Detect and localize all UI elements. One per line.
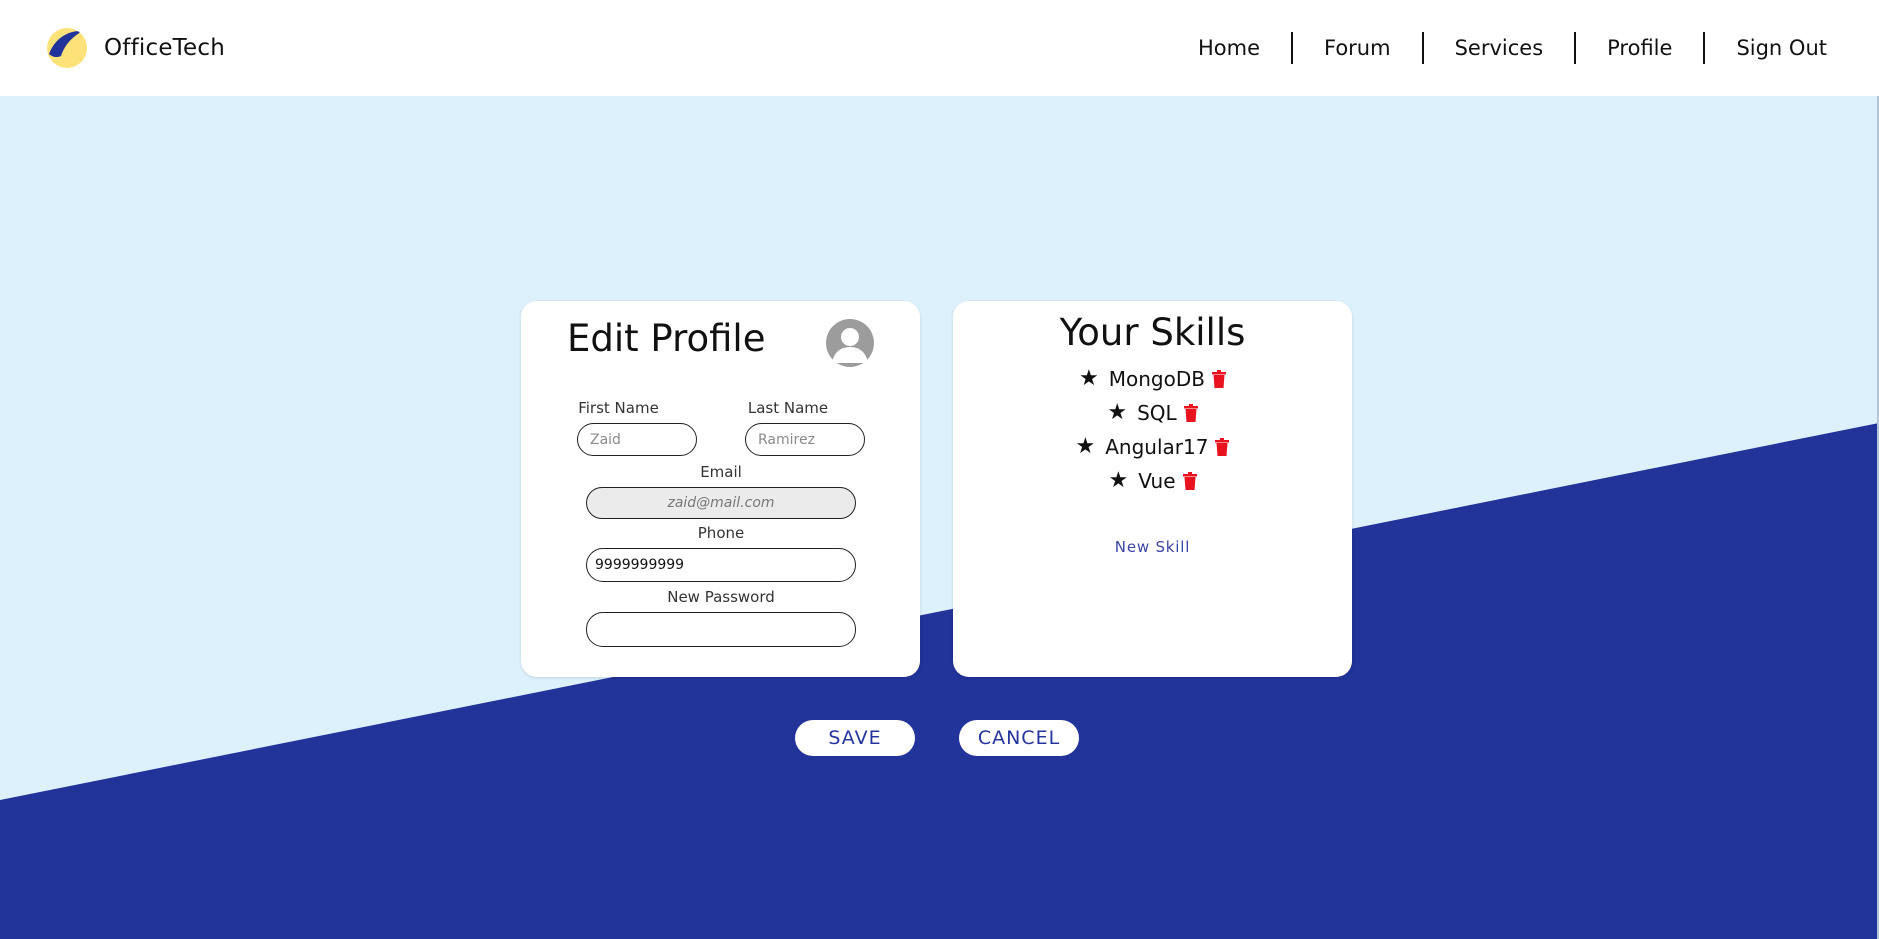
skill-item: ★ Angular17 bbox=[953, 431, 1352, 463]
cancel-button[interactable]: CANCEL bbox=[959, 720, 1079, 756]
phone-label: Phone bbox=[697, 524, 745, 542]
email-input bbox=[586, 487, 856, 519]
skill-label: Angular17 bbox=[1105, 435, 1209, 459]
nav-forum-link[interactable]: Forum bbox=[1293, 30, 1422, 66]
skill-label: MongoDB bbox=[1108, 367, 1205, 391]
star-icon: ★ bbox=[1108, 468, 1129, 493]
nav-profile-link[interactable]: Profile bbox=[1576, 30, 1703, 66]
new-password-label: New Password bbox=[667, 588, 775, 606]
edit-profile-card: Edit Profile First Name Last Name Email … bbox=[521, 301, 920, 677]
nav-home-link[interactable]: Home bbox=[1167, 30, 1291, 66]
last-name-label: Last Name bbox=[747, 399, 829, 417]
new-password-input[interactable] bbox=[586, 612, 856, 647]
main-nav: Home Forum Services Profile Sign Out bbox=[1167, 30, 1827, 66]
first-name-label: First Name bbox=[578, 399, 659, 417]
star-icon: ★ bbox=[1079, 366, 1099, 391]
edit-profile-title: Edit Profile bbox=[567, 317, 766, 360]
trash-icon[interactable] bbox=[1215, 438, 1230, 456]
skill-label: SQL bbox=[1137, 401, 1177, 425]
nav-sign-out-link[interactable]: Sign Out bbox=[1705, 30, 1827, 66]
skill-item: ★ Vue bbox=[953, 465, 1352, 497]
skill-label: Vue bbox=[1138, 469, 1176, 493]
brand[interactable]: OfficeTech bbox=[47, 27, 225, 69]
trash-icon[interactable] bbox=[1211, 370, 1226, 388]
star-icon: ★ bbox=[1075, 434, 1096, 459]
skills-title: Your Skills bbox=[1059, 311, 1246, 354]
email-label: Email bbox=[700, 463, 742, 481]
save-button[interactable]: SAVE bbox=[795, 720, 915, 756]
nav-services-link[interactable]: Services bbox=[1424, 30, 1575, 66]
star-icon: ★ bbox=[1107, 400, 1128, 425]
user-avatar-icon[interactable] bbox=[826, 319, 874, 367]
top-navbar: OfficeTech Home Forum Services Profile S… bbox=[0, 0, 1879, 96]
trash-icon[interactable] bbox=[1182, 472, 1197, 490]
swoosh-logo-icon bbox=[47, 28, 87, 68]
brand-name: OfficeTech bbox=[104, 35, 225, 61]
last-name-input[interactable] bbox=[745, 423, 865, 456]
background-diagonal bbox=[0, 96, 1879, 939]
new-skill-link[interactable]: New Skill bbox=[953, 538, 1352, 556]
skills-card: Your Skills ★ MongoDB ★ SQL ★ Angular17 … bbox=[953, 301, 1352, 677]
skill-item: ★ SQL bbox=[953, 397, 1352, 429]
phone-input[interactable] bbox=[586, 548, 856, 582]
trash-icon[interactable] bbox=[1183, 404, 1198, 422]
first-name-input[interactable] bbox=[577, 423, 697, 456]
skill-item: ★ MongoDB bbox=[953, 363, 1352, 395]
